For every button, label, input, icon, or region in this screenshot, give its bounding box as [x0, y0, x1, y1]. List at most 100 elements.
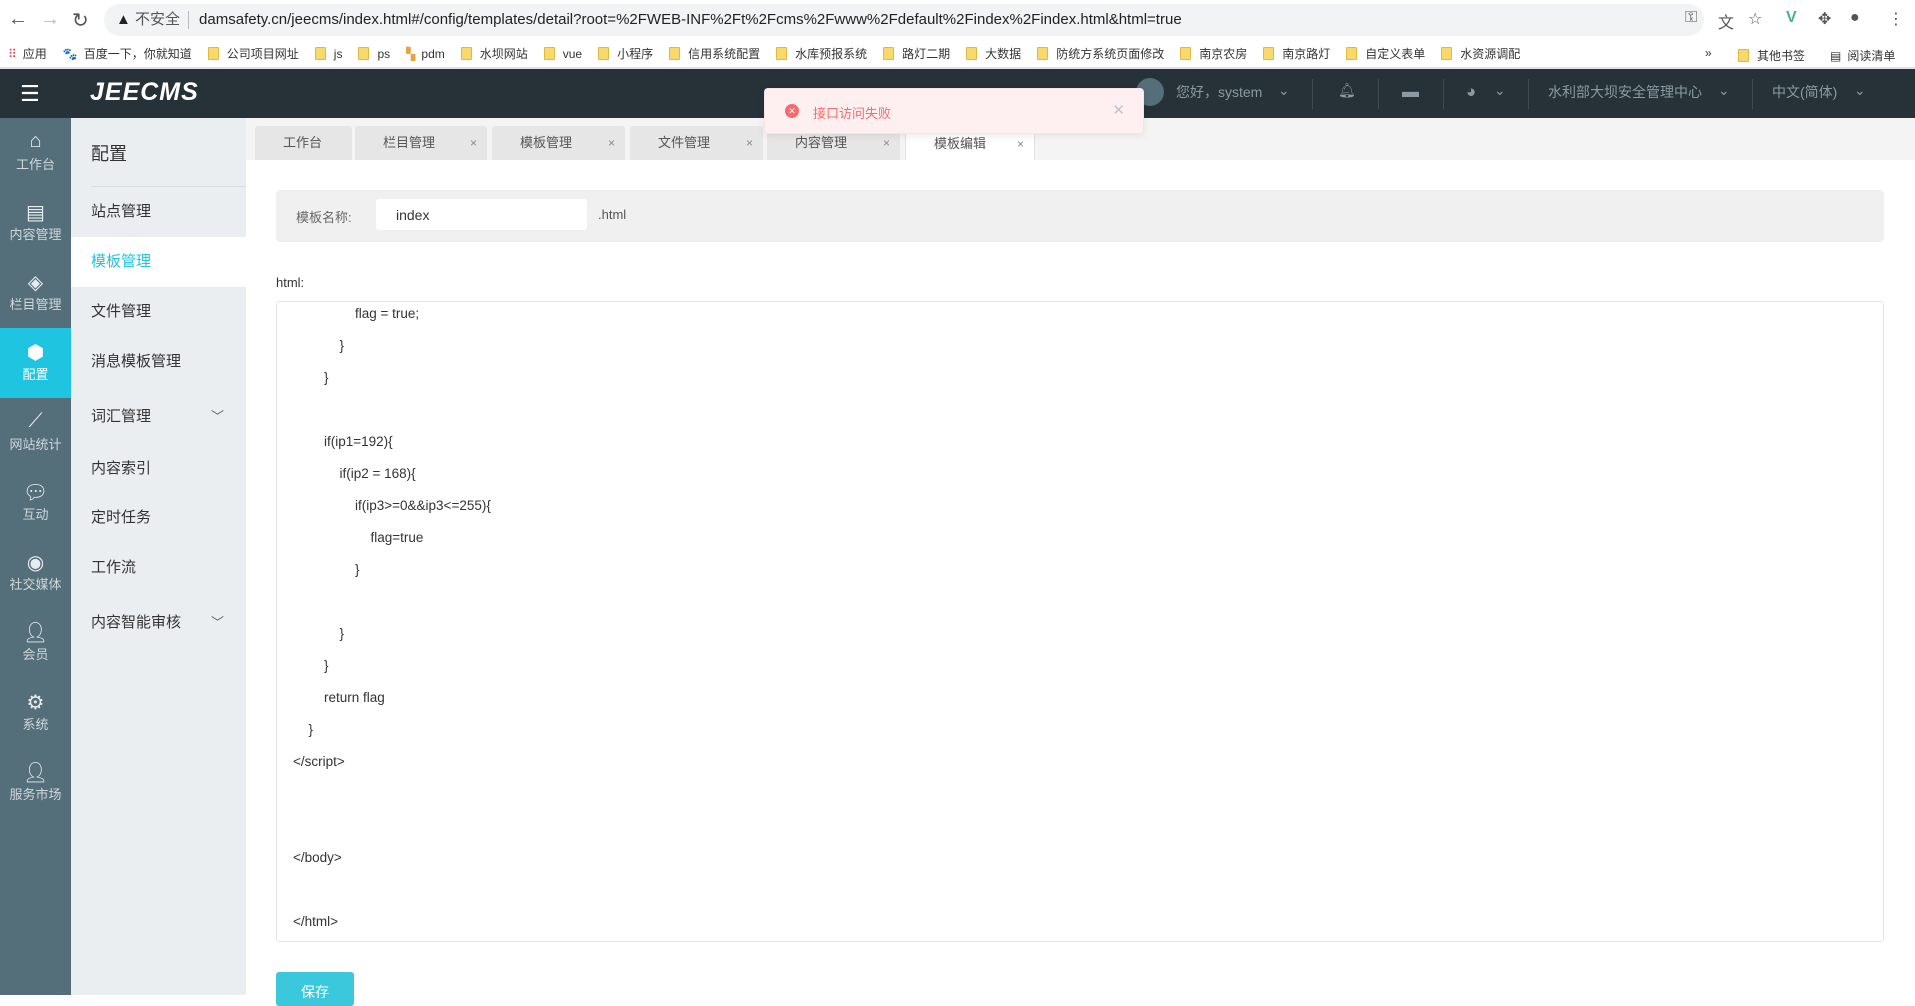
bookmark[interactable]: 南京路灯 [1263, 45, 1330, 62]
bookmark-baidu[interactable]: 🐾 百度一下，你就知道 [63, 45, 192, 62]
bookmark[interactable]: 防统方系统页面修改 [1037, 45, 1164, 62]
nav-label: 服务市场 [9, 787, 62, 802]
forward-icon[interactable]: → [40, 8, 60, 31]
bookmark-label: 水资源调配 [1460, 47, 1521, 61]
nav-item-system[interactable]: ⚙ 系统 [0, 678, 71, 748]
tab-channels[interactable]: 栏目管理 × [355, 126, 487, 160]
code-line: if(ip2 = 168){ [339, 466, 416, 481]
close-icon[interactable]: × [608, 126, 615, 160]
bookmark[interactable]: 路灯二期 [883, 45, 950, 62]
close-icon[interactable]: × [470, 126, 477, 160]
back-icon[interactable]: ← [8, 8, 28, 31]
submenu-item-vocabulary[interactable]: 词汇管理 ﹀ [71, 392, 246, 442]
star-icon[interactable]: ☆ [1748, 9, 1762, 29]
bookmark[interactable]: 南京农房 [1180, 45, 1247, 62]
more-bookmarks-button[interactable]: » [1705, 46, 1712, 60]
tab-templates[interactable]: 模板管理 × [492, 126, 625, 160]
nav-label: 会员 [22, 647, 49, 662]
submenu-item-content-index[interactable]: 内容索引 [71, 444, 246, 494]
tab-dashboard[interactable]: 工作台 [255, 126, 352, 160]
chevron-down-icon[interactable]: ⌄ [1718, 82, 1730, 99]
submenu-item-templates[interactable]: 模板管理 [71, 237, 246, 287]
nav-item-config[interactable]: ⬢ 配置 [0, 328, 71, 398]
bookmark[interactable]: 公司项目网址 [207, 45, 299, 62]
nav-item-content[interactable]: ▤ 内容管理 [0, 188, 71, 258]
reading-list[interactable]: ▤ 阅读清单 [1830, 47, 1895, 64]
folder-icon [314, 47, 326, 60]
submenu-item-message-templates[interactable]: 消息模板管理 [71, 337, 246, 387]
site-selector[interactable]: 水利部大坝安全管理中心 [1548, 82, 1702, 102]
bookmark-label: 大数据 [985, 47, 1022, 61]
bookmark[interactable]: 水资源调配 [1441, 45, 1520, 62]
document-icon: ▤ [26, 202, 45, 224]
chevron-down-icon[interactable]: ⌄ [1854, 82, 1866, 99]
user-greeting[interactable]: 您好，system [1176, 82, 1262, 102]
nav-item-statistics[interactable]: ⟋ 网站统计 [0, 398, 71, 468]
close-icon[interactable]: ✕ [1112, 101, 1125, 119]
folder-icon [776, 47, 788, 60]
bookmark-label: 路灯二期 [902, 47, 951, 61]
submenu-label: 词汇管理 [91, 408, 152, 425]
profile-icon[interactable]: ● [1850, 9, 1860, 27]
submenu-item-smart-review[interactable]: 内容智能审核 ﹀ [71, 598, 246, 648]
chevron-down-icon[interactable]: ⌄ [1494, 82, 1506, 99]
html-code-editor[interactable]: flag = true;}} if(ip1=192){if(ip2 = 168){… [276, 301, 1884, 942]
close-icon[interactable]: × [746, 126, 753, 160]
gear-icon: ⚙ [26, 692, 45, 714]
chevron-down-icon[interactable]: ⌄ [1278, 82, 1290, 99]
address-bar[interactable]: ▲ 不安全 damsafety.cn/jeecms/index.html#/con… [104, 4, 1704, 36]
cube-icon: ⬢ [26, 342, 45, 364]
code-line: flag=true [370, 530, 424, 545]
nav-item-members[interactable]: 👤︎ 会员 [0, 608, 71, 678]
sub-menu: 配置 站点管理 模板管理 文件管理 消息模板管理 词汇管理 ﹀ 内容索引 定时任务… [71, 118, 246, 995]
vue-devtools-icon[interactable]: V [1786, 9, 1797, 27]
bookmark-other[interactable]: 其他书签 [1738, 47, 1805, 64]
bookmark[interactable]: 信用系统配置 [669, 45, 760, 62]
bell-icon[interactable]: 🔔︎ [1338, 82, 1356, 99]
nav-label: 社交媒体 [9, 577, 62, 592]
bookmark[interactable]: 自定义表单 [1346, 45, 1425, 62]
folder-icon [1037, 47, 1049, 60]
tab-files[interactable]: 文件管理 × [630, 126, 763, 160]
translate-icon[interactable]: 文 [1718, 9, 1734, 33]
folder-icon [883, 47, 895, 60]
submenu-item-sites[interactable]: 站点管理 [71, 187, 246, 237]
submenu-item-files[interactable]: 文件管理 [71, 287, 246, 337]
bookmark[interactable]: vue [543, 47, 582, 61]
template-name-input[interactable] [376, 199, 587, 230]
bookmark-apps[interactable]: ⠿ 应用 [8, 45, 47, 62]
extensions-icon[interactable]: ✥ [1818, 9, 1831, 29]
tab-label: 栏目管理 [383, 135, 436, 150]
nav-item-dashboard[interactable]: ⌂ 工作台 [0, 118, 71, 188]
bookmark-label: 小程序 [617, 47, 654, 61]
bookmark[interactable]: js [314, 47, 342, 61]
key-icon[interactable]: ⚿ [1685, 9, 1697, 27]
hamburger-menu-icon[interactable]: ☰ [20, 81, 40, 107]
bookmark-pdm[interactable]: ▚ pdm [406, 47, 445, 61]
code-line: } [324, 658, 329, 673]
save-button[interactable]: 保存 [276, 972, 354, 1006]
menu-kebab-icon[interactable]: ⋮ [1888, 9, 1904, 29]
pdm-icon: ▚ [406, 46, 416, 61]
warning-icon: ▲ [116, 11, 131, 28]
bookmark[interactable]: 大数据 [966, 45, 1021, 62]
submenu-item-scheduled-tasks[interactable]: 定时任务 [71, 493, 246, 543]
palette-icon[interactable]: ◕ [1466, 82, 1476, 102]
reload-icon[interactable]: ↻ [72, 8, 89, 33]
monitor-icon[interactable]: ▬ [1402, 82, 1419, 102]
file-suffix: .html [598, 207, 627, 222]
bookmark[interactable]: ps [358, 47, 390, 61]
language-selector[interactable]: 中文(简体) [1772, 82, 1837, 102]
bookmark[interactable]: 水坝网站 [460, 45, 528, 62]
nav-item-interaction[interactable]: 💬︎ 互动 [0, 468, 71, 538]
bookmark[interactable]: 小程序 [598, 45, 653, 62]
submenu-item-workflow[interactable]: 工作流 [71, 543, 246, 593]
nav-item-social[interactable]: ◉ 社交媒体 [0, 538, 71, 608]
nav-item-channels[interactable]: ◈ 栏目管理 [0, 258, 71, 328]
market-icon: 👤︎ [22, 762, 49, 784]
nav-item-market[interactable]: 👤︎ 服务市场 [0, 748, 71, 818]
bookmark[interactable]: 水库预报系统 [776, 45, 867, 62]
submenu-title: 配置 [91, 144, 127, 164]
main-nav: ⌂ 工作台 ▤ 内容管理 ◈ 栏目管理 ⬢ 配置 ⟋ 网站统计 💬︎ 互动 ◉ 社交媒体 👤︎… [0, 118, 71, 995]
apps-grid-icon: ⠿ [8, 46, 17, 61]
